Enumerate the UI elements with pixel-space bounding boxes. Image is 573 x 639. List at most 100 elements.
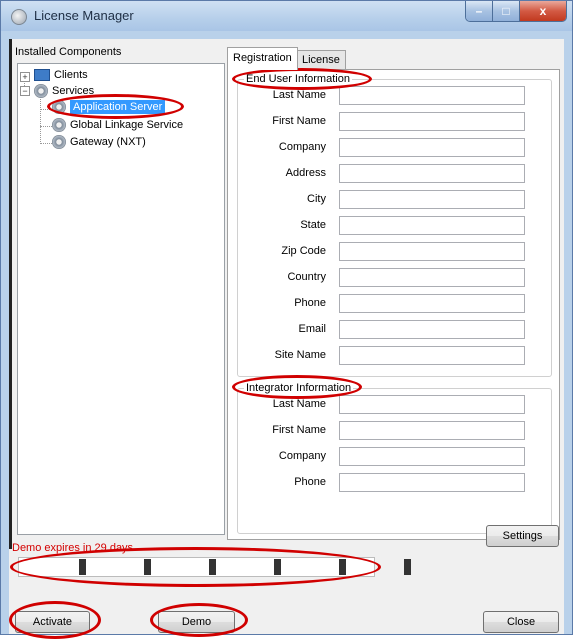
- end-user-email-field[interactable]: [339, 320, 525, 339]
- end-user-phone-field[interactable]: [339, 294, 525, 313]
- end-user-company-field[interactable]: [339, 138, 525, 157]
- clients-icon: [34, 69, 50, 81]
- progress-block: [339, 559, 346, 575]
- integrator-first-name-field[interactable]: [339, 421, 525, 440]
- company-row: Company: [238, 138, 551, 158]
- progress-block: [404, 559, 411, 575]
- demo-progress-bar: [18, 557, 411, 577]
- zip-code-row: Zip Code: [238, 242, 551, 262]
- end-user-information-group: End User Information Last Name First Nam…: [237, 73, 552, 377]
- progress-block: [144, 559, 151, 575]
- integrator-company-row: Company: [238, 447, 551, 467]
- end-user-site-name-field[interactable]: [339, 346, 525, 365]
- tree-node-label: Services: [52, 85, 95, 97]
- caption-buttons: – □ x: [465, 1, 567, 22]
- tree-node-label: Gateway (NXT): [70, 136, 146, 148]
- end-user-city-field[interactable]: [339, 190, 525, 209]
- tree-node-clients[interactable]: Clients: [34, 69, 88, 81]
- country-row: Country: [238, 268, 551, 288]
- gear-icon: [34, 84, 48, 98]
- gear-icon: [52, 135, 66, 149]
- field-label: First Name: [272, 424, 326, 436]
- state-row: State: [238, 216, 551, 236]
- email-row: Email: [238, 320, 551, 340]
- close-button[interactable]: Close: [483, 611, 559, 633]
- address-row: Address: [238, 164, 551, 184]
- close-window-button[interactable]: x: [519, 1, 566, 21]
- expand-clients-icon[interactable]: +: [20, 72, 30, 82]
- integrator-first-name-row: First Name: [238, 421, 551, 441]
- field-label: Phone: [294, 476, 326, 488]
- settings-button[interactable]: Settings: [486, 525, 559, 547]
- site-name-row: Site Name: [238, 346, 551, 366]
- integrator-information-heading: Integrator Information: [244, 382, 354, 394]
- phone-row: Phone: [238, 294, 551, 314]
- minimize-button[interactable]: –: [466, 1, 492, 21]
- components-tree[interactable]: + Clients − Services Application Server …: [17, 63, 225, 535]
- field-label: Last Name: [272, 89, 326, 101]
- tree-node-label: Clients: [54, 69, 88, 81]
- progress-block: [274, 559, 281, 575]
- tree-connector: [40, 94, 41, 144]
- field-label: First Name: [272, 115, 326, 127]
- tree-node-gateway-nxt[interactable]: Gateway (NXT): [52, 135, 146, 149]
- integrator-phone-row: Phone: [238, 473, 551, 493]
- maximize-button[interactable]: □: [492, 1, 519, 21]
- integrator-phone-field[interactable]: [339, 473, 525, 492]
- field-label: Country: [287, 271, 326, 283]
- tree-connector: [40, 109, 52, 110]
- client-area: Installed Components + Clients − Service…: [9, 39, 564, 639]
- end-user-first-name-field[interactable]: [339, 112, 525, 131]
- maximize-icon: □: [502, 4, 510, 18]
- end-user-last-name-field[interactable]: [339, 86, 525, 105]
- end-user-zip-code-field[interactable]: [339, 242, 525, 261]
- integrator-company-field[interactable]: [339, 447, 525, 466]
- tab-registration[interactable]: Registration: [227, 47, 298, 70]
- window-title: License Manager: [34, 8, 134, 23]
- field-label: City: [307, 193, 326, 205]
- integrator-last-name-field[interactable]: [339, 395, 525, 414]
- installed-components-heading: Installed Components: [15, 46, 122, 58]
- field-label: Address: [285, 167, 326, 179]
- registration-tab-page: End User Information Last Name First Nam…: [227, 69, 560, 540]
- minimize-icon: –: [475, 4, 483, 18]
- license-manager-window: License Manager – □ x Installed Componen…: [0, 0, 573, 639]
- field-label: Last Name: [272, 398, 326, 410]
- end-user-state-field[interactable]: [339, 216, 525, 235]
- demo-expiry-status: Demo expires in 29 days: [12, 542, 134, 554]
- field-label: Zip Code: [281, 245, 326, 257]
- tree-connector: [40, 143, 52, 144]
- tree-node-global-linkage-service[interactable]: Global Linkage Service: [52, 118, 183, 132]
- field-label: Email: [298, 323, 326, 335]
- first-name-row: First Name: [238, 112, 551, 132]
- app-icon: [11, 9, 27, 25]
- tree-node-label: Global Linkage Service: [70, 119, 184, 131]
- tree-node-label: Application Server: [70, 100, 166, 114]
- close-icon: x: [539, 4, 547, 18]
- city-row: City: [238, 190, 551, 210]
- gear-icon: [52, 118, 66, 132]
- end-user-country-field[interactable]: [339, 268, 525, 287]
- tree-node-application-server[interactable]: Application Server: [52, 100, 166, 114]
- gear-icon: [52, 100, 66, 114]
- field-label: Phone: [294, 297, 326, 309]
- last-name-row: Last Name: [238, 86, 551, 106]
- field-label: Company: [278, 141, 326, 153]
- field-label: Site Name: [274, 349, 326, 361]
- field-label: State: [300, 219, 326, 231]
- window-left-edge: [9, 39, 12, 549]
- end-user-address-field[interactable]: [339, 164, 525, 183]
- title-bar[interactable]: License Manager – □ x: [1, 1, 572, 31]
- end-user-information-heading: End User Information: [244, 73, 352, 85]
- tree-node-services[interactable]: Services: [34, 84, 94, 98]
- collapse-services-icon[interactable]: −: [20, 86, 30, 96]
- demo-button[interactable]: Demo: [158, 611, 235, 633]
- field-label: Company: [278, 450, 326, 462]
- integrator-information-group: Integrator Information Last Name First N…: [237, 382, 552, 534]
- progress-block: [79, 559, 86, 575]
- integrator-last-name-row: Last Name: [238, 395, 551, 415]
- tree-connector: [40, 126, 52, 127]
- tab-license[interactable]: License: [296, 50, 346, 69]
- activate-button[interactable]: Activate: [15, 611, 90, 633]
- progress-block: [209, 559, 216, 575]
